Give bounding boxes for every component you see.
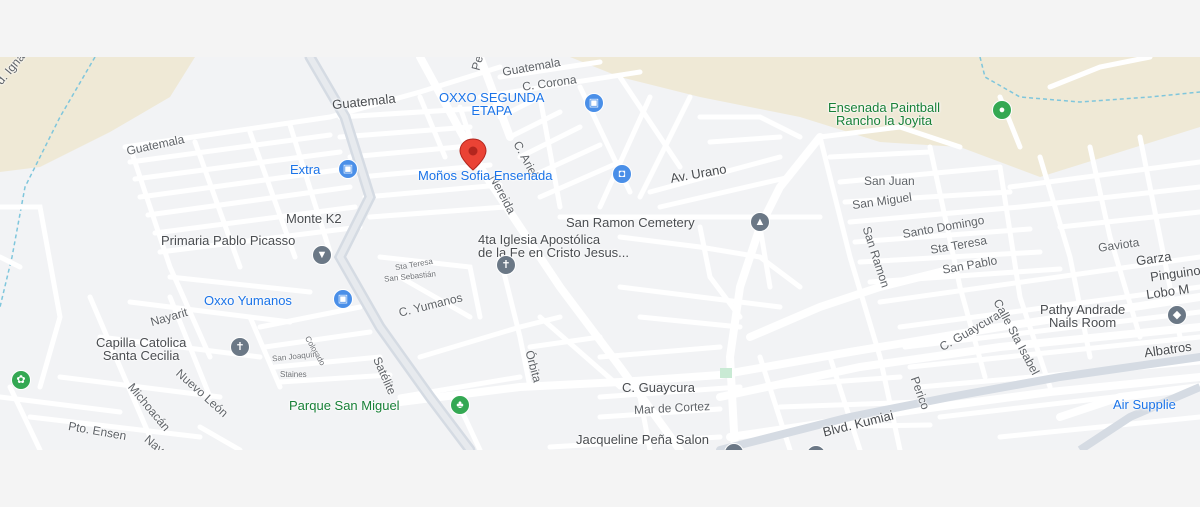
place-label[interactable]: Capilla Catolica Santa Cecilia	[96, 336, 186, 362]
place-label[interactable]: Oxxo Yumanos	[204, 294, 292, 307]
place-label[interactable]: Parque San Miguel	[289, 399, 400, 412]
cemetery-icon[interactable]: ▲	[750, 212, 770, 232]
tree-icon[interactable]: ♣	[450, 395, 470, 415]
street-label: Staines	[280, 370, 307, 379]
street-label: Monte K2	[286, 211, 342, 226]
place-label-line[interactable]: Nails Room	[1049, 315, 1116, 330]
location-icon[interactable]: ●	[992, 100, 1012, 120]
street-label: C. Guaycura	[622, 380, 695, 395]
place-label[interactable]: Primaria Pablo Picasso	[161, 234, 295, 247]
small-park	[720, 368, 732, 378]
church-cross-icon[interactable]: ✝	[230, 337, 250, 357]
place-label-line[interactable]: ETAPA	[471, 103, 512, 118]
church-cross-icon[interactable]: ✝	[496, 255, 516, 275]
store-icon[interactable]: ▣	[333, 289, 353, 309]
place-label[interactable]: Ensenada Paintball Rancho la Joyita	[828, 101, 940, 127]
location-pin-icon[interactable]	[455, 137, 491, 173]
page-margin	[0, 450, 1200, 507]
shopping-bag-icon[interactable]: ◘	[612, 164, 632, 184]
place-label[interactable]: OXXO SEGUNDA ETAPA	[439, 91, 544, 117]
street-label: San Juan	[864, 174, 915, 188]
street-label: Mar de Cortez	[633, 399, 711, 417]
place-label[interactable]: Air Supplie	[1113, 398, 1176, 411]
school-icon[interactable]: ▼	[312, 245, 332, 265]
place-label[interactable]: Pathy Andrade Nails Room	[1040, 303, 1125, 329]
map-view[interactable]: d. Ignacio Guatemala Guatemala Guatemala…	[0, 57, 1200, 450]
store-icon[interactable]: ▣	[338, 159, 358, 179]
place-label[interactable]: Extra	[290, 163, 320, 176]
place-label[interactable]: Jacqueline Peña Salon	[576, 433, 709, 446]
place-label-line[interactable]: Santa Cecilia	[103, 348, 180, 363]
park-icon[interactable]: ✿	[11, 370, 31, 390]
store-icon[interactable]: ▣	[584, 93, 604, 113]
place-label-line[interactable]: Rancho la Joyita	[836, 113, 932, 128]
place-icon[interactable]: ◆	[1167, 305, 1187, 325]
place-label[interactable]: San Ramon Cemetery	[566, 216, 695, 229]
